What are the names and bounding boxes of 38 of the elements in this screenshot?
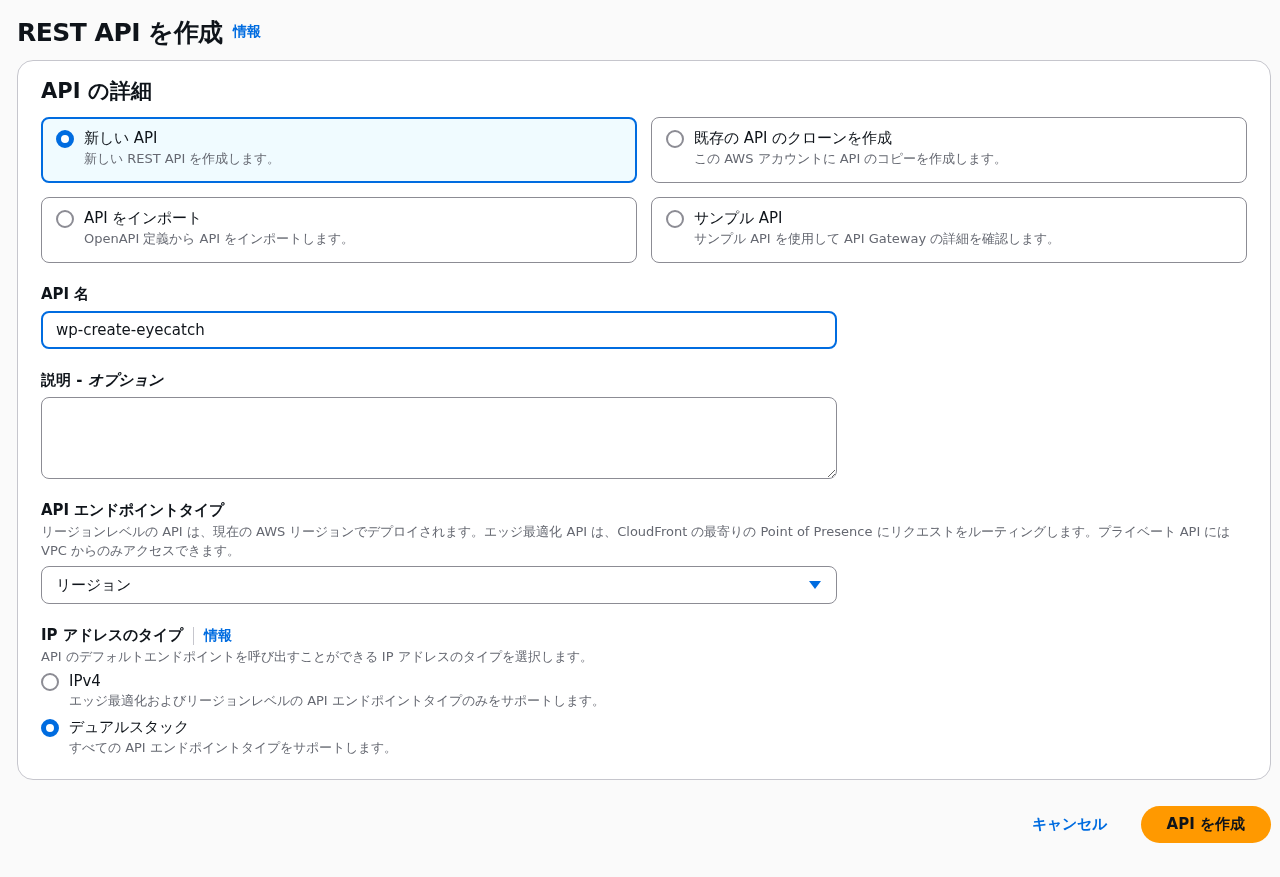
radio-button[interactable] [666,210,684,228]
option-label: 既存の API のクローンを作成 [694,129,894,148]
section-heading: API の詳細 [41,78,153,105]
option-label: サンプル API [694,209,784,228]
radio-button[interactable] [56,130,74,148]
cancel-button[interactable]: キャンセル [1031,807,1107,842]
option-tile[interactable]: 新しい API 新しい REST API を作成します。 [41,117,637,183]
option-tile[interactable]: サンプル API サンプル API を使用して API Gateway の詳細を確認します。 [651,197,1247,263]
field-label: API 名 [41,285,91,304]
field-label: 説明 - オプション [41,371,165,390]
option-description: すべての API エンドポイントタイプをサポートします。 [69,739,397,757]
description-textarea[interactable] [41,397,837,479]
option-label: 新しい API [84,129,159,148]
radio-button[interactable] [666,130,684,148]
help-text: API のデフォルトエンドポイントを呼び出すことができる IP アドレスのタイプを選択します。 [41,648,594,666]
radio-button[interactable] [41,719,59,737]
option-tile[interactable]: 既存の API のクローンを作成 この AWS アカウントに API のコピーを作成します。 [651,117,1247,183]
option-label: IPv4 [69,672,102,690]
option-label: API をインポート [84,209,204,228]
option-tile[interactable]: API をインポート OpenAPI 定義から API をインポートします。 [41,197,637,263]
api-name-input[interactable]: wp-create-eyecatch [41,311,837,349]
create-api-button[interactable]: API を作成 [1140,806,1271,843]
info-link[interactable]: 情報 [232,23,261,41]
field-label: IP アドレスのタイプ [41,626,183,645]
option-description: サンプル API を使用して API Gateway の詳細を確認します。 [694,230,1061,248]
info-link[interactable]: 情報 [203,626,232,645]
option-description: OpenAPI 定義から API をインポートします。 [84,230,355,248]
option-description: 新しい REST API を作成します。 [84,150,281,168]
option-description: この AWS アカウントに API のコピーを作成します。 [694,150,1008,168]
endpoint-type-select[interactable]: リージョン [41,566,837,604]
radio-button[interactable] [41,673,59,691]
option-description: エッジ最適化およびリージョンレベルの API エンドポイントタイプのみをサポートします。 [69,692,605,710]
caret-icon [808,580,822,590]
option-label: デュアルスタック [69,718,190,737]
help-text: リージョンレベルの API は、現在の AWS リージョンでデプロイされます。エッジ最適化 API は、CloudFront の最寄りの Point of Presence にリクエストをルーティングします。プライベート API には VPC からのみアクセスできます。 [41,523,1232,560]
field-label: API エンドポイントタイプ [41,501,226,520]
page-title: REST API を作成 [17,16,223,49]
radio-button[interactable] [56,210,74,228]
